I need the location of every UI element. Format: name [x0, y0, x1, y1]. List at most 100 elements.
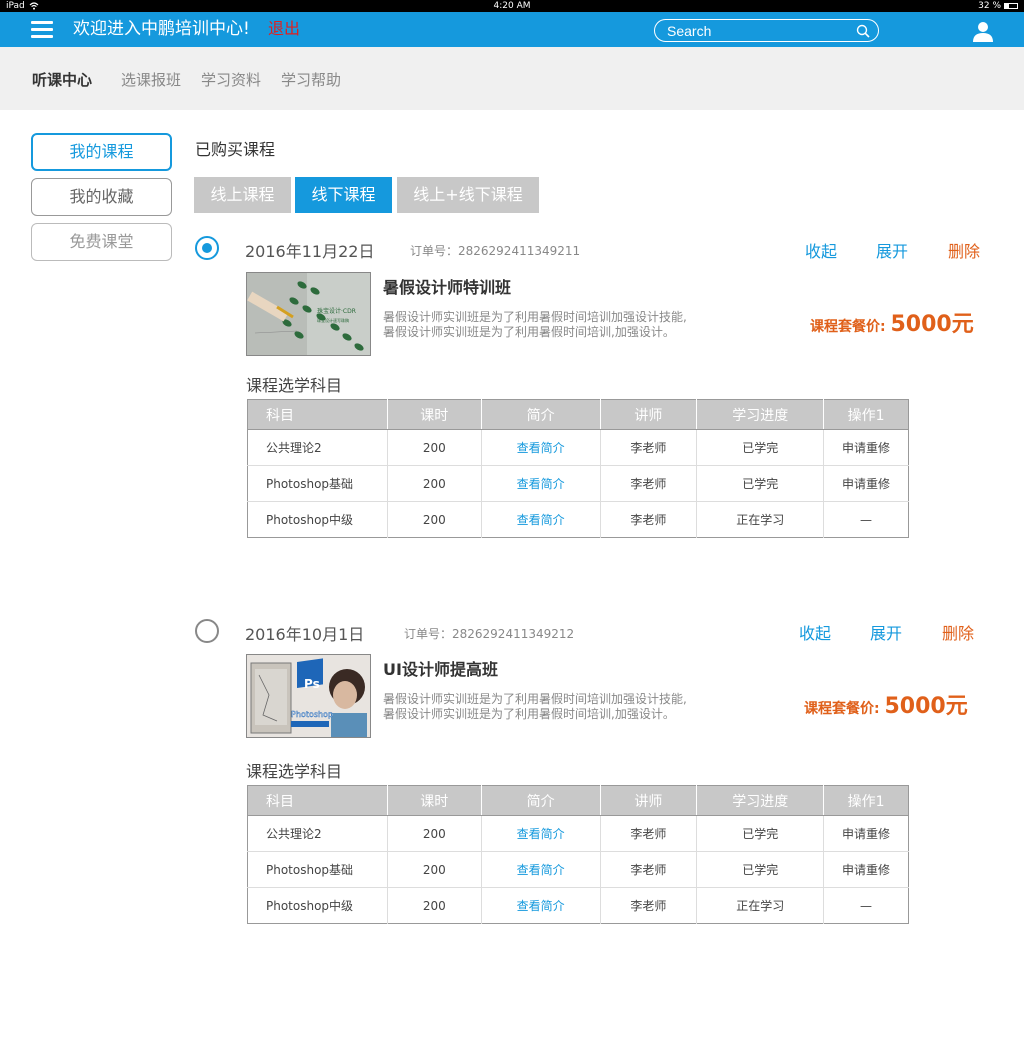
nav-item-lecture-center[interactable]: 听课中心	[32, 71, 92, 89]
collapse-link[interactable]: 收起	[805, 238, 837, 262]
cell-progress: 已学完	[696, 465, 825, 502]
retake-request-link[interactable]: 申请重修	[823, 465, 909, 502]
cell-hours: 200	[387, 429, 482, 466]
table-row: 公共理论2 200 查看简介 李老师 已学完 申请重修	[247, 429, 909, 466]
order-date: 2016年11月22日	[245, 242, 375, 261]
price-amount: 5000元	[884, 694, 968, 719]
expand-link[interactable]: 展开	[876, 238, 908, 262]
table-row: 公共理论2 200 查看简介 李老师 已学完 申请重修	[247, 815, 909, 852]
table-row: Photoshop中级 200 查看简介 李老师 正在学习 —	[247, 501, 909, 538]
tab-offline[interactable]: 线下课程	[295, 177, 392, 213]
view-intro-link[interactable]: 查看简介	[481, 815, 601, 852]
tab-online-offline[interactable]: 线上+线下课程	[397, 177, 539, 213]
order-date: 2016年10月1日	[245, 625, 365, 644]
order-select-radio[interactable]	[195, 236, 219, 260]
order-number: 订单号：2826292411349211	[410, 244, 581, 258]
course-desc: 暑假设计师实训班是为了利用暑假时间培训加强设计技能, 暑假设计师实训班是为了利用…	[383, 692, 743, 722]
cell-subject: 公共理论2	[247, 429, 388, 466]
status-right: 32 %	[978, 0, 1018, 12]
course-thumbnail[interactable]: 珠宝设计·CDR 珠宝设计速写珠稿	[246, 272, 371, 356]
course-desc-line-1: 暑假设计师实训班是为了利用暑假时间培训加强设计技能,	[383, 692, 687, 706]
col-header-subject: 科目	[247, 785, 388, 816]
retake-request-link[interactable]: 申请重修	[823, 429, 909, 466]
course-desc: 暑假设计师实训班是为了利用暑假时间培训加强设计技能, 暑假设计师实训班是为了利用…	[383, 310, 743, 340]
subjects-table: 科目 课时 简介 讲师 学习进度 操作1 公共理论2 200 查看简介 李老师 …	[247, 785, 909, 924]
view-intro-link[interactable]: 查看简介	[481, 887, 601, 924]
status-bar: iPad 4:20 AM 32 %	[0, 0, 1024, 12]
cell-teacher: 李老师	[600, 465, 698, 502]
thumb-caption-1: 珠宝设计·CDR	[317, 307, 356, 315]
course-desc-line-2: 暑假设计师实训班是为了利用暑假时间培训,加强设计。	[383, 325, 675, 339]
jewelry-design-image: 珠宝设计·CDR 珠宝设计速写珠稿	[247, 273, 370, 355]
order-select-radio[interactable]	[195, 619, 219, 643]
logout-link[interactable]: 退出	[268, 18, 300, 40]
search-box[interactable]	[654, 19, 879, 42]
ps-logo-text: Ps	[304, 677, 320, 691]
ui-design-image: Ps Photoshop	[247, 655, 370, 737]
cell-subject: Photoshop中级	[247, 501, 388, 538]
cell-progress: 已学完	[696, 815, 825, 852]
status-time: 4:20 AM	[493, 1, 531, 11]
cell-hours: 200	[387, 851, 482, 888]
cell-hours: 200	[387, 815, 482, 852]
col-header-progress: 学习进度	[696, 399, 825, 430]
course-thumbnail[interactable]: Ps Photoshop	[246, 654, 371, 738]
table-header-row: 科目 课时 简介 讲师 学习进度 操作1	[247, 399, 909, 430]
view-intro-link[interactable]: 查看简介	[481, 851, 601, 888]
course-title: UI设计师提高班	[383, 660, 498, 679]
cell-action-none: —	[860, 512, 873, 527]
view-intro-link[interactable]: 查看简介	[481, 465, 601, 502]
nav-item-study-materials[interactable]: 学习资料	[201, 71, 261, 89]
battery-percent: 32 %	[978, 1, 1001, 11]
cell-subject: 公共理论2	[247, 815, 388, 852]
welcome-text: 欢迎进入中鹏培训中心!	[73, 19, 250, 39]
sidebar-item-my-courses[interactable]: 我的课程	[31, 133, 172, 171]
view-intro-link[interactable]: 查看简介	[481, 501, 601, 538]
col-header-teacher: 讲师	[600, 399, 698, 430]
price-label: 课程套餐价:	[810, 319, 886, 335]
delete-link[interactable]: 删除	[948, 238, 980, 262]
tab-online[interactable]: 线上课程	[194, 177, 291, 213]
menu-icon[interactable]	[31, 21, 53, 39]
search-icon[interactable]	[856, 24, 870, 38]
col-header-intro: 简介	[481, 399, 601, 430]
cell-subject: Photoshop基础	[247, 465, 388, 502]
col-header-subject: 科目	[247, 399, 388, 430]
col-header-progress: 学习进度	[696, 785, 825, 816]
table-row: Photoshop基础 200 查看简介 李老师 已学完 申请重修	[247, 851, 909, 888]
section-title: 已购买课程	[195, 140, 276, 159]
collapse-link[interactable]: 收起	[799, 620, 831, 644]
col-header-teacher: 讲师	[600, 785, 698, 816]
delete-link[interactable]: 删除	[942, 620, 974, 644]
thumb-caption: Photoshop	[291, 710, 333, 719]
nav-item-study-help[interactable]: 学习帮助	[281, 71, 341, 89]
subjects-title: 课程选学科目	[246, 376, 343, 395]
app-header: 欢迎进入中鹏培训中心! 退出	[0, 12, 1024, 47]
col-header-intro: 简介	[481, 785, 601, 816]
search-input[interactable]	[667, 22, 847, 39]
sidebar-item-my-favorites[interactable]: 我的收藏	[31, 178, 172, 216]
cell-progress: 已学完	[696, 851, 825, 888]
sidebar-item-free-classes[interactable]: 免费课堂	[31, 223, 172, 261]
view-intro-link[interactable]: 查看简介	[481, 429, 601, 466]
cell-subject: Photoshop基础	[247, 851, 388, 888]
thumb-caption-2: 珠宝设计速写珠稿	[317, 317, 349, 323]
cell-progress: 正在学习	[696, 887, 825, 924]
table-row: Photoshop中级 200 查看简介 李老师 正在学习 —	[247, 887, 909, 924]
cell-hours: 200	[387, 887, 482, 924]
cell-hours: 200	[387, 501, 482, 538]
col-header-hours: 课时	[387, 399, 482, 430]
col-header-action: 操作1	[823, 399, 909, 430]
expand-link[interactable]: 展开	[870, 620, 902, 644]
cell-teacher: 李老师	[600, 851, 698, 888]
sub-nav: 听课中心 选课报班 学习资料 学习帮助	[0, 47, 1024, 110]
cell-subject: Photoshop中级	[247, 887, 388, 924]
cell-teacher: 李老师	[600, 501, 698, 538]
cell-teacher: 李老师	[600, 887, 698, 924]
user-icon[interactable]	[972, 20, 994, 42]
subjects-table: 科目 课时 简介 讲师 学习进度 操作1 公共理论2 200 查看简介 李老师 …	[247, 399, 909, 538]
nav-item-course-signup[interactable]: 选课报班	[121, 71, 181, 89]
cell-hours: 200	[387, 465, 482, 502]
retake-request-link[interactable]: 申请重修	[823, 851, 909, 888]
retake-request-link[interactable]: 申请重修	[823, 815, 909, 852]
